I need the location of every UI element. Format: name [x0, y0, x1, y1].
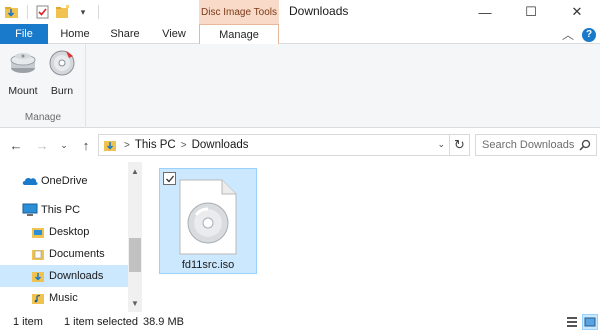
ribbon-tab-tools: ︿ ?: [562, 26, 596, 43]
music-folder-icon: [30, 290, 46, 306]
mount-button[interactable]: Mount: [4, 48, 42, 100]
nav-item-desktop[interactable]: Desktop: [0, 221, 128, 243]
tab-share[interactable]: Share: [102, 24, 148, 44]
tab-home[interactable]: Home: [52, 24, 98, 44]
properties-icon[interactable]: [35, 4, 51, 20]
documents-folder-icon: [30, 246, 46, 262]
back-button[interactable]: ←: [6, 136, 26, 154]
onedrive-icon: [22, 173, 38, 189]
tab-file[interactable]: File: [0, 24, 48, 44]
title-bar: ▾ Disc Image Tools Downloads — ☐ ✕: [0, 0, 600, 24]
file-name: fd11src.iso: [181, 259, 235, 271]
address-history-dropdown[interactable]: ⌄: [437, 139, 445, 150]
status-bar: 1 item 1 item selected 38.9 MB: [0, 312, 600, 333]
view-switcher: [564, 314, 598, 330]
large-icons-view-icon[interactable]: [582, 314, 598, 330]
nav-item-downloads[interactable]: Downloads: [0, 265, 128, 287]
scroll-up-button[interactable]: ▲: [128, 164, 142, 178]
mount-drive-icon: [8, 48, 38, 81]
breadcrumb-downloads[interactable]: Downloads: [192, 139, 249, 151]
qat-divider: [98, 5, 99, 19]
disc-image-icon: [178, 179, 238, 258]
qat-customize-button[interactable]: ▾: [75, 4, 91, 20]
nav-item-documents[interactable]: Documents: [0, 243, 128, 265]
navigation-scrollbar[interactable]: ▲ ▼: [128, 162, 142, 312]
ribbon: Mount Burn Manage: [0, 44, 600, 128]
tab-manage[interactable]: Manage: [199, 24, 279, 45]
help-button[interactable]: ?: [582, 27, 596, 42]
breadcrumb-separator[interactable]: >: [124, 140, 130, 151]
close-button[interactable]: ✕: [554, 0, 600, 24]
maximize-button[interactable]: ☐: [508, 0, 554, 24]
window-controls: — ☐ ✕: [462, 0, 600, 24]
search-box[interactable]: [475, 134, 597, 156]
search-icon[interactable]: [579, 139, 591, 154]
nav-item-music[interactable]: Music: [0, 287, 128, 309]
file-list: fd11src.iso: [142, 162, 600, 312]
nav-item-label: Desktop: [49, 226, 90, 238]
file-item[interactable]: fd11src.iso: [159, 168, 257, 274]
breadcrumb-separator[interactable]: >: [181, 140, 187, 151]
selected-count: 1 item selected: [64, 316, 138, 328]
nav-item-label: Documents: [49, 248, 105, 260]
mount-label: Mount: [8, 85, 38, 97]
details-view-icon[interactable]: [564, 314, 580, 330]
qat-divider: [27, 5, 28, 19]
nav-item-this-pc[interactable]: This PC: [0, 199, 128, 221]
desktop-folder-icon: [30, 224, 46, 240]
address-bar-row: ← → ⌄ ↑ > This PC > Downloads ⌄ ↻: [0, 128, 600, 162]
navigation-pane: OneDrive This PC Desktop Documents Downl…: [0, 162, 142, 312]
nav-item-label: This PC: [41, 204, 81, 216]
new-folder-icon[interactable]: [55, 4, 71, 20]
collapse-ribbon-button[interactable]: ︿: [562, 26, 574, 43]
nav-item-label: Music: [49, 292, 78, 304]
disc-image-tools-header: Disc Image Tools: [199, 0, 279, 24]
forward-button[interactable]: →: [32, 136, 52, 154]
quick-access-toolbar: ▾: [4, 3, 102, 21]
scroll-down-button[interactable]: ▼: [128, 296, 142, 310]
search-input[interactable]: [482, 139, 580, 151]
ribbon-group-manage: Mount Burn Manage: [0, 44, 86, 128]
nav-item-onedrive[interactable]: OneDrive: [0, 170, 128, 192]
window-title: Downloads: [289, 4, 349, 18]
burn-label: Burn: [50, 85, 74, 97]
this-pc-icon: [22, 202, 38, 218]
up-button[interactable]: ↑: [77, 136, 95, 154]
ribbon-tabs: File Home Share View Manage ︿ ?: [0, 24, 600, 45]
downloads-folder-icon: [30, 268, 46, 284]
burn-button[interactable]: Burn: [43, 48, 81, 100]
burn-disc-icon: [47, 48, 77, 81]
downloads-folder-icon: [103, 138, 119, 152]
nav-item-label: Downloads: [49, 270, 104, 282]
item-count: 1 item: [13, 316, 43, 328]
refresh-button[interactable]: ↻: [450, 134, 470, 156]
minimize-button[interactable]: —: [462, 0, 508, 24]
tab-view[interactable]: View: [152, 24, 196, 44]
item-checkbox[interactable]: [163, 172, 176, 185]
recent-locations-button[interactable]: ⌄: [57, 136, 71, 154]
address-bar[interactable]: > This PC > Downloads ⌄: [98, 134, 450, 156]
selected-size: 38.9 MB: [143, 316, 184, 328]
breadcrumb-this-pc[interactable]: This PC: [135, 139, 176, 151]
scroll-thumb[interactable]: [129, 238, 141, 272]
ribbon-group-label: Manage: [24, 112, 62, 123]
folder-down-icon[interactable]: [4, 4, 20, 20]
nav-item-label: OneDrive: [41, 175, 88, 187]
